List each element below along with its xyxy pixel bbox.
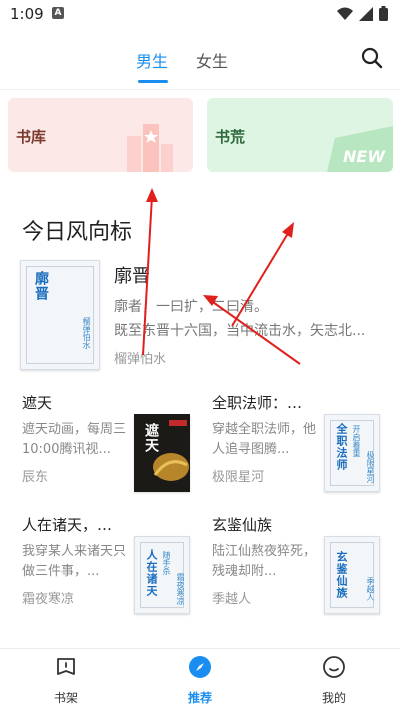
status-bar: 1:09 A [0,0,400,28]
book-cover-sub: 随手杀 [162,551,171,575]
book-cover-title: 遮天 [143,423,159,453]
featured-title[interactable]: 廓晋 [114,262,150,288]
book-cover-title: 玄鉴仙族 [335,551,348,599]
book-item-0[interactable]: 遮天 遮天动画，每周三10:00腾讯视... 辰东 遮天 [22,392,202,502]
book-desc: 陆江仙熬夜猝死，残魂却附... [212,544,316,579]
featured-author: 榴弹怕水 [114,352,167,367]
book-author: 极限星河 [212,470,265,485]
book-author: 霜夜寒凉 [22,592,75,607]
notification-icon: A [52,7,64,19]
book-cover-author: 极限星河 [366,451,375,483]
book-cover[interactable]: 全职法师 开启着重 极限星河 [324,414,380,492]
library-card-label: 书库 [16,128,47,146]
tab-female[interactable]: 女生 [196,48,228,72]
shortage-card-label: 书荒 [215,128,246,146]
featured-cover-author: 榴弹怕水 [82,317,91,349]
book-desc: 遮天动画，每周三10:00腾讯视... [22,422,126,457]
status-icons [337,6,388,21]
featured-desc-line2: 既至东晋十六国，当中流击水，矢志北... [114,323,366,339]
book-desc: 我穿某人来诸天只做三件事，... [22,544,126,579]
nav-mine-label: 我的 [321,691,346,705]
bookshelf-icon [57,658,75,675]
featured-cover-title: 廓晋 [33,271,49,301]
section-title: 今日风向标 [22,220,133,245]
book-cover-sub: 开启着重 [352,425,361,457]
book-cover-author: 季越人 [366,577,375,601]
book-author: 辰东 [22,470,49,485]
bottom-nav: 书架 推荐 我的 [0,648,400,710]
tab-indicator [138,80,168,83]
nav-mine[interactable]: 我的 [304,655,364,706]
library-deco-icon [127,124,173,172]
nav-recommend[interactable]: 推荐 [170,655,230,706]
book-cover[interactable]: 玄鉴仙族 季越人 [324,536,380,614]
library-card[interactable]: 书库 [8,98,193,172]
book-item-2[interactable]: 人在诸天，随... 我穿某人来诸天只做三件事，... 霜夜寒凉 人在诸天 随手杀… [22,514,202,624]
featured-desc-line1: 廓者，一曰扩，二曰清。 [114,299,268,315]
wifi-icon [337,7,353,20]
compass-icon [189,656,211,678]
nav-recommend-label: 推荐 [187,691,212,705]
featured-book[interactable]: 廓晋 榴弹怕水 廓晋 廓者，一曰扩，二曰清。 既至东晋十六国，当中流击水，矢志北… [20,258,380,370]
book-cover[interactable]: 人在诸天 随手杀 霜夜寒凉 [134,536,190,614]
book-title[interactable]: 遮天 [22,392,124,413]
smiley-icon [323,656,345,678]
book-cover-author: 霜夜寒凉 [176,573,185,605]
nav-bookshelf-label: 书架 [53,691,78,705]
nav-bookshelf[interactable]: 书架 [36,655,96,706]
battery-icon [379,6,388,21]
new-badge-icon: NEW [327,126,393,172]
book-cover-title: 人在诸天 [145,549,158,597]
book-cover[interactable]: 遮天 [134,414,190,492]
search-icon[interactable] [360,46,384,70]
featured-cover[interactable]: 廓晋 榴弹怕水 [20,260,100,370]
book-cover-title: 全职法师 [335,423,348,471]
book-author: 季越人 [212,592,252,607]
book-item-1[interactable]: 全职法师：开... 穿越全职法师，他人追寻图腾... 极限星河 全职法师 开启着… [212,392,392,502]
status-time: 1:09 [10,5,44,23]
book-title[interactable]: 人在诸天，随... [22,514,124,535]
top-nav: 男生 女生 [0,28,400,90]
book-desc: 穿越全职法师，他人追寻图腾... [212,422,316,457]
book-item-3[interactable]: 玄鉴仙族 陆江仙熬夜猝死，残魂却附... 季越人 玄鉴仙族 季越人 [212,514,392,624]
signal-icon [359,6,373,21]
book-title[interactable]: 玄鉴仙族 [212,514,314,535]
tab-male[interactable]: 男生 [136,48,168,72]
new-badge-text: NEW [343,147,386,166]
book-title[interactable]: 全职法师：开... [212,392,314,413]
shortage-card[interactable]: 书荒 NEW [207,98,393,172]
